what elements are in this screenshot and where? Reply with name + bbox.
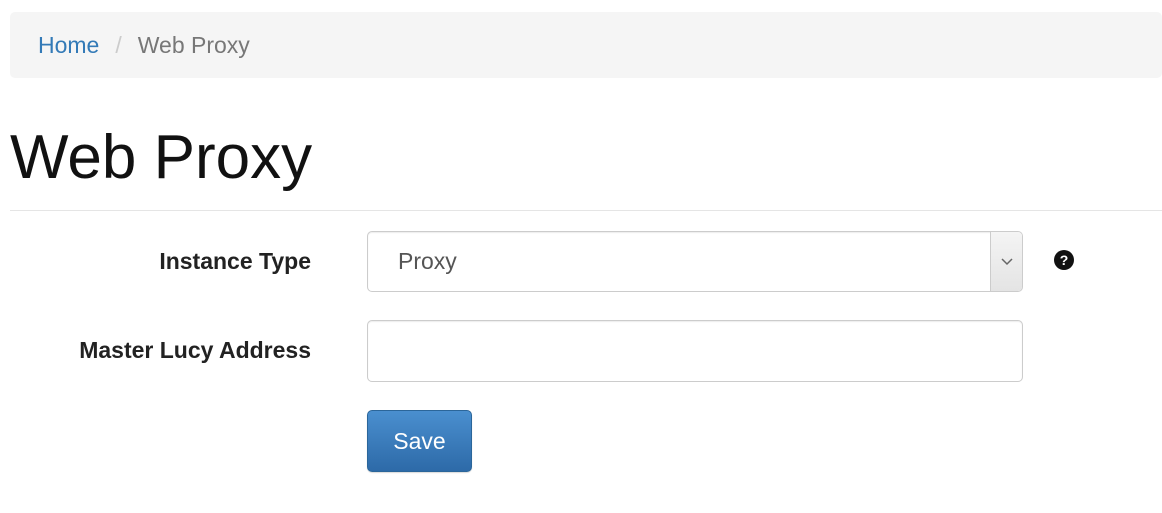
master-lucy-address-input[interactable] xyxy=(367,320,1023,382)
svg-text:?: ? xyxy=(1060,252,1069,268)
breadcrumb: Home / Web Proxy xyxy=(10,12,1162,78)
breadcrumb-current: Web Proxy xyxy=(137,31,250,58)
question-circle-icon[interactable]: ? xyxy=(1053,249,1075,271)
breadcrumb-home-link[interactable]: Home xyxy=(38,32,99,59)
page-title: Web Proxy xyxy=(10,123,313,192)
chevron-down-icon[interactable] xyxy=(990,232,1022,291)
instance-type-label: Instance Type xyxy=(159,248,311,274)
breadcrumb-separator: / xyxy=(115,31,122,58)
save-button[interactable]: Save xyxy=(367,410,472,472)
instance-type-selected-value: Proxy xyxy=(398,248,457,274)
instance-type-select[interactable]: Proxy xyxy=(367,231,1023,292)
master-lucy-address-label: Master Lucy Address xyxy=(79,337,311,363)
title-divider xyxy=(10,210,1162,211)
